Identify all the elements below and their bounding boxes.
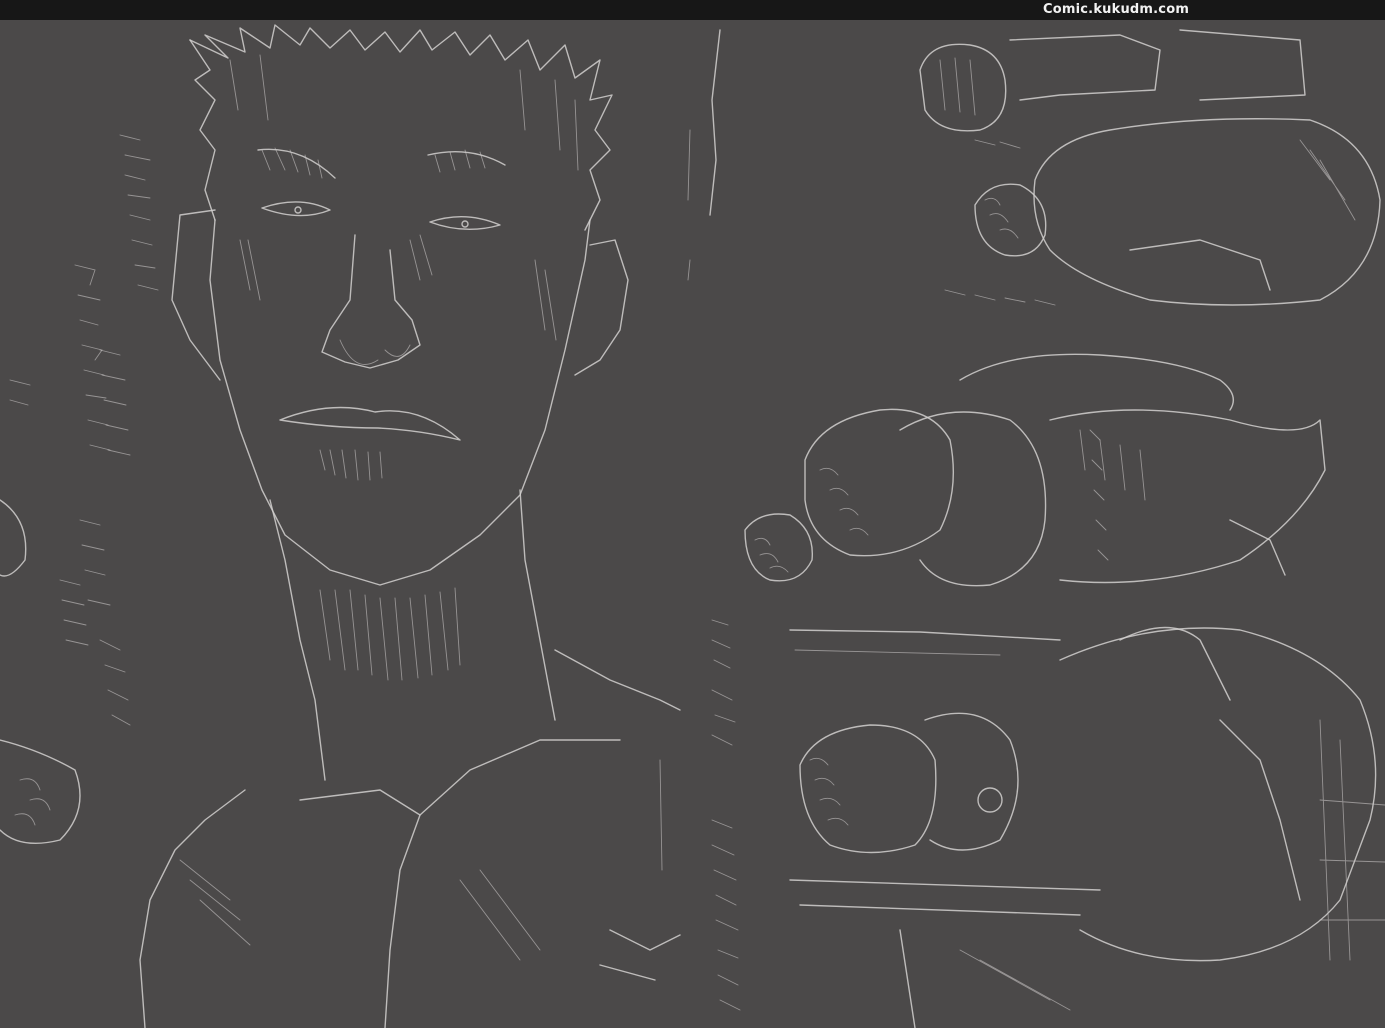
character-sketches-right xyxy=(744,29,1385,1028)
site-watermark: Comic.kukudm.com xyxy=(1043,2,1190,17)
portrait-sketch xyxy=(139,24,681,1028)
gutter-marks xyxy=(659,29,741,1011)
sketch-page xyxy=(0,20,1385,1028)
top-bar: Comic.kukudm.com xyxy=(0,0,1385,20)
pencil-sketch xyxy=(0,24,1385,1028)
margin-handwriting-left xyxy=(0,134,159,845)
